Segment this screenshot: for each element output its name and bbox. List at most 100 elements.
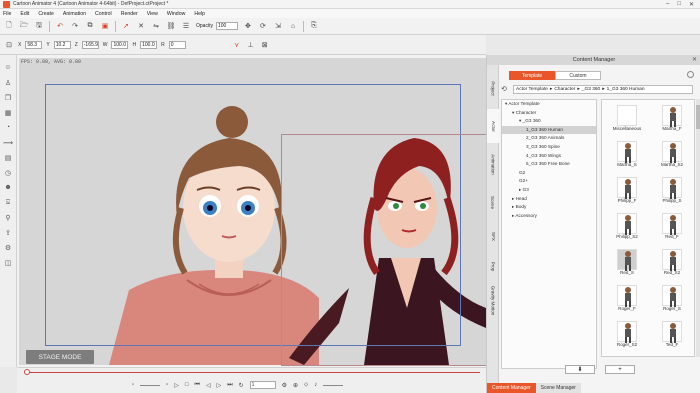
menu-create[interactable]: Create [38, 11, 54, 17]
tab-sfx[interactable]: SFX [487, 219, 499, 253]
download-button[interactable]: ⬇ [565, 365, 595, 374]
minimize-button[interactable]: – [666, 1, 669, 8]
actor-thumbnail[interactable]: Ted_F [652, 319, 692, 349]
tab-project[interactable]: Project [487, 71, 499, 105]
y-field[interactable]: 10.2 [53, 40, 71, 49]
tree-item[interactable]: G2 [502, 169, 596, 178]
prev-frame-icon[interactable]: ⏮ [195, 382, 200, 389]
tree-item[interactable]: ▸ G3 [502, 186, 596, 195]
home-icon[interactable]: ⌂ [288, 21, 298, 31]
sprite-icon[interactable]: ▦ [4, 108, 13, 117]
menu-render[interactable]: Render [121, 11, 138, 17]
undo-icon[interactable]: ↶ [55, 21, 65, 31]
key-icon[interactable]: ⬦ [304, 382, 308, 389]
stage-mode-button[interactable]: STAGE MODE [26, 350, 94, 364]
tree-item[interactable]: G2+ [502, 177, 596, 186]
tree-item[interactable]: ▾ Actor Template [502, 100, 596, 109]
plus-icon[interactable]: ⊕ [293, 382, 298, 389]
folder-thumbnail[interactable]: Miscellaneous [607, 103, 647, 133]
volume-icon[interactable]: ♪ [314, 382, 317, 388]
character-icon[interactable]: ☺ [4, 63, 13, 72]
actor-thumbnail[interactable]: Red_S2 [652, 247, 692, 277]
actor-thumbnail[interactable]: Roger_F [607, 283, 647, 313]
timeline-track[interactable] [25, 372, 480, 373]
tab-prop[interactable]: Prop [487, 249, 499, 283]
tree-item[interactable]: ▸ Head [502, 195, 596, 204]
new-file-icon[interactable]: 🗋 [4, 21, 14, 31]
actor-thumbnail[interactable]: Philipp_S [652, 175, 692, 205]
actor-thumbnail[interactable]: Roger_S [652, 283, 692, 313]
menu-control[interactable]: Control [95, 11, 112, 17]
tab-scene[interactable]: Scene [487, 185, 499, 219]
zoom-slider[interactable] [140, 384, 161, 386]
actor-thumbnail[interactable]: Philipp_F [607, 175, 647, 205]
align-icon[interactable]: ☰ [181, 21, 191, 31]
props-icon[interactable]: ◫ [4, 258, 13, 267]
breadcrumb-item[interactable]: _G3 360 [582, 87, 600, 92]
stop-icon[interactable]: □ [185, 382, 189, 388]
settings-icon[interactable]: ⚙ [282, 382, 287, 389]
walk-icon[interactable]: ⚲ [4, 213, 13, 222]
actor-thumbnail[interactable]: Red_S [607, 247, 647, 277]
x-field[interactable]: 58.3 [25, 40, 43, 49]
next-frame-icon[interactable]: ⏭ [227, 382, 232, 389]
tab-animation[interactable]: Animation [487, 147, 499, 181]
refresh-icon[interactable]: ⟲ [501, 85, 507, 93]
play-icon[interactable]: ▷ [174, 382, 179, 389]
tab-content-manager[interactable]: Content Manager [487, 383, 536, 393]
maximize-button[interactable]: □ [677, 1, 681, 8]
tree-item[interactable]: ▸ Body [502, 203, 596, 212]
tree-item[interactable]: ▾ Character [502, 109, 596, 118]
z-field[interactable]: -165.9 [81, 40, 99, 49]
actor-thumbnail[interactable]: Roger_S2 [607, 319, 647, 349]
tab-gravity-motion[interactable]: Gravity Motion [487, 283, 499, 317]
tree-item[interactable]: 3_G3 360 Spine [502, 143, 596, 152]
stage-canvas[interactable]: FPS: 0.00, AVG: 0.00 STAGE MODE [19, 58, 486, 366]
breadcrumb-item[interactable]: 1_G3 360 Human [607, 87, 645, 92]
scale-icon[interactable]: ⇲ [273, 21, 283, 31]
actor-thumbnail[interactable]: Martha_S [607, 139, 647, 169]
segment-template[interactable]: Template [509, 71, 555, 80]
paste-icon[interactable]: ▣ [100, 21, 110, 31]
actor-thumbnail[interactable]: Philipp_S2 [607, 211, 647, 241]
zoom-in-icon[interactable]: ▫ [166, 382, 168, 388]
actor-thumbnail[interactable]: Martha_S2 [652, 139, 692, 169]
timer-icon[interactable]: ◷ [4, 168, 13, 177]
panel-options-icon[interactable] [687, 71, 694, 78]
tab-actor[interactable]: Actor [487, 109, 499, 143]
tree-item[interactable]: 5_G3 360 Free Bone [502, 160, 596, 169]
zoom-out-icon[interactable]: ▫ [132, 382, 134, 388]
tab-scene-manager[interactable]: Scene Manager [535, 383, 581, 393]
stage-viewport[interactable]: FPS: 0.00, AVG: 0.00 STAGE MODE [17, 55, 486, 367]
copy-icon[interactable]: ⧉ [85, 21, 95, 31]
breadcrumb-item[interactable]: Actor Template [516, 87, 548, 92]
menu-edit[interactable]: Edit [20, 11, 29, 17]
export-icon[interactable]: ⇪ [4, 228, 13, 237]
tree-item[interactable]: ▾ _G3 360 [502, 117, 596, 126]
w-field[interactable]: 100.0 [111, 40, 129, 49]
link-icon[interactable]: ⛓ [166, 21, 176, 31]
breadcrumb-item[interactable]: Character [554, 87, 575, 92]
render-icon[interactable]: ⎘ [309, 21, 319, 31]
tree-item[interactable]: ▸ Accessory [502, 212, 596, 221]
menu-help[interactable]: Help [194, 11, 205, 17]
panel-close-button[interactable]: ✕ [692, 56, 697, 63]
ik-icon[interactable]: ⊠ [260, 40, 270, 50]
motion-icon[interactable]: ⟿ [3, 138, 13, 147]
opacity-input[interactable]: 100 [215, 22, 238, 30]
camera-icon[interactable]: ⌺ [4, 198, 13, 207]
transform-icon[interactable]: ⊡ [4, 40, 14, 50]
r-field[interactable]: 0 [168, 40, 186, 49]
volume-slider[interactable] [323, 384, 344, 386]
gallery-scrollbar[interactable] [696, 99, 700, 357]
timeline-playhead[interactable] [24, 369, 30, 375]
scroll-thumb[interactable] [696, 105, 700, 129]
menu-window[interactable]: Window [167, 11, 185, 17]
flip-icon[interactable]: ⇋ [151, 21, 161, 31]
close-button[interactable]: ✕ [689, 1, 694, 8]
actor-thumbnail[interactable]: Red_F [652, 211, 692, 241]
menu-animation[interactable]: Animation [63, 11, 86, 17]
menu-view[interactable]: View [147, 11, 158, 17]
loop-icon[interactable]: ↻ [239, 382, 244, 389]
layer-icon[interactable]: ▤ [4, 153, 13, 162]
